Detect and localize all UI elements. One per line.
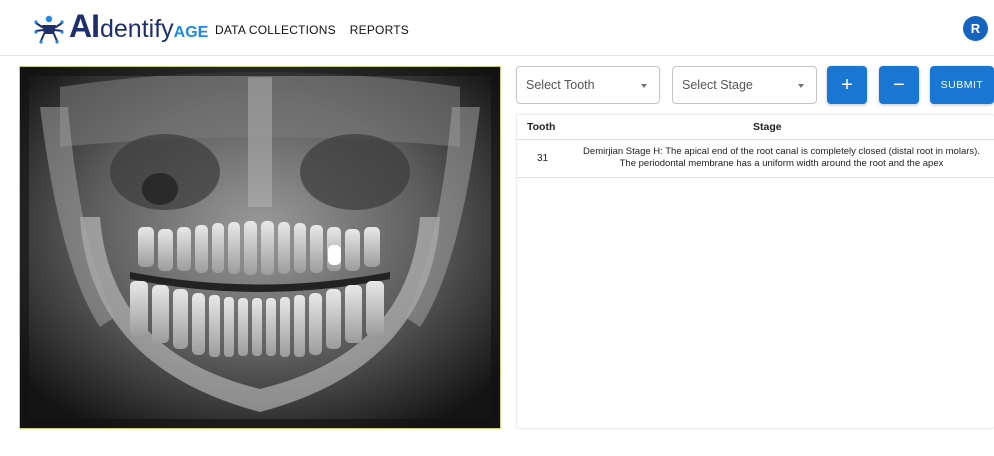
- remove-button[interactable]: −: [879, 66, 919, 104]
- chevron-down-icon: [641, 84, 647, 88]
- cell-stage: Demirjian Stage H: The apical end of the…: [569, 146, 994, 170]
- select-tooth-placeholder: Select Tooth: [526, 78, 595, 92]
- cell-stage-line1: Demirjian Stage H: The apical end of the…: [583, 146, 980, 157]
- app-logo[interactable]: AI dentify AGE: [34, 9, 208, 46]
- submit-button[interactable]: SUBMIT: [930, 66, 994, 104]
- logo-ai-text: AI: [69, 7, 100, 44]
- table-row[interactable]: 31 Demirjian Stage H: The apical end of …: [517, 140, 994, 178]
- cell-tooth: 31: [537, 153, 549, 164]
- column-header-tooth: Tooth: [527, 121, 556, 133]
- nav-item-data-collections[interactable]: DATA COLLECTIONS: [215, 23, 336, 37]
- select-stage-placeholder: Select Stage: [682, 78, 753, 92]
- main-nav: DATA COLLECTIONS REPORTS: [215, 23, 409, 37]
- select-stage-dropdown[interactable]: Select Stage: [672, 66, 817, 104]
- chevron-down-icon: [798, 84, 804, 88]
- logo-wordmark: AI dentify AGE: [69, 9, 208, 50]
- xray-image: [19, 66, 501, 429]
- user-avatar[interactable]: R: [963, 16, 988, 41]
- logo-age-text: AGE: [173, 23, 209, 41]
- nav-item-reports[interactable]: REPORTS: [350, 23, 409, 37]
- stage-table: Tooth Stage 31 Demirjian Stage H: The ap…: [517, 115, 994, 428]
- add-button[interactable]: +: [827, 66, 867, 104]
- panoramic-xray-icon: [20, 67, 500, 428]
- cell-stage-line2: The periodontal membrane has a uniform w…: [619, 158, 944, 169]
- logo-mark-icon: [34, 15, 64, 44]
- column-header-stage: Stage: [753, 121, 782, 133]
- table-header: Tooth Stage: [517, 115, 994, 140]
- select-tooth-dropdown[interactable]: Select Tooth: [516, 66, 660, 104]
- app-header: AI dentify AGE DATA COLLECTIONS REPORTS …: [0, 0, 994, 56]
- logo-dentify-text: dentify: [100, 14, 174, 43]
